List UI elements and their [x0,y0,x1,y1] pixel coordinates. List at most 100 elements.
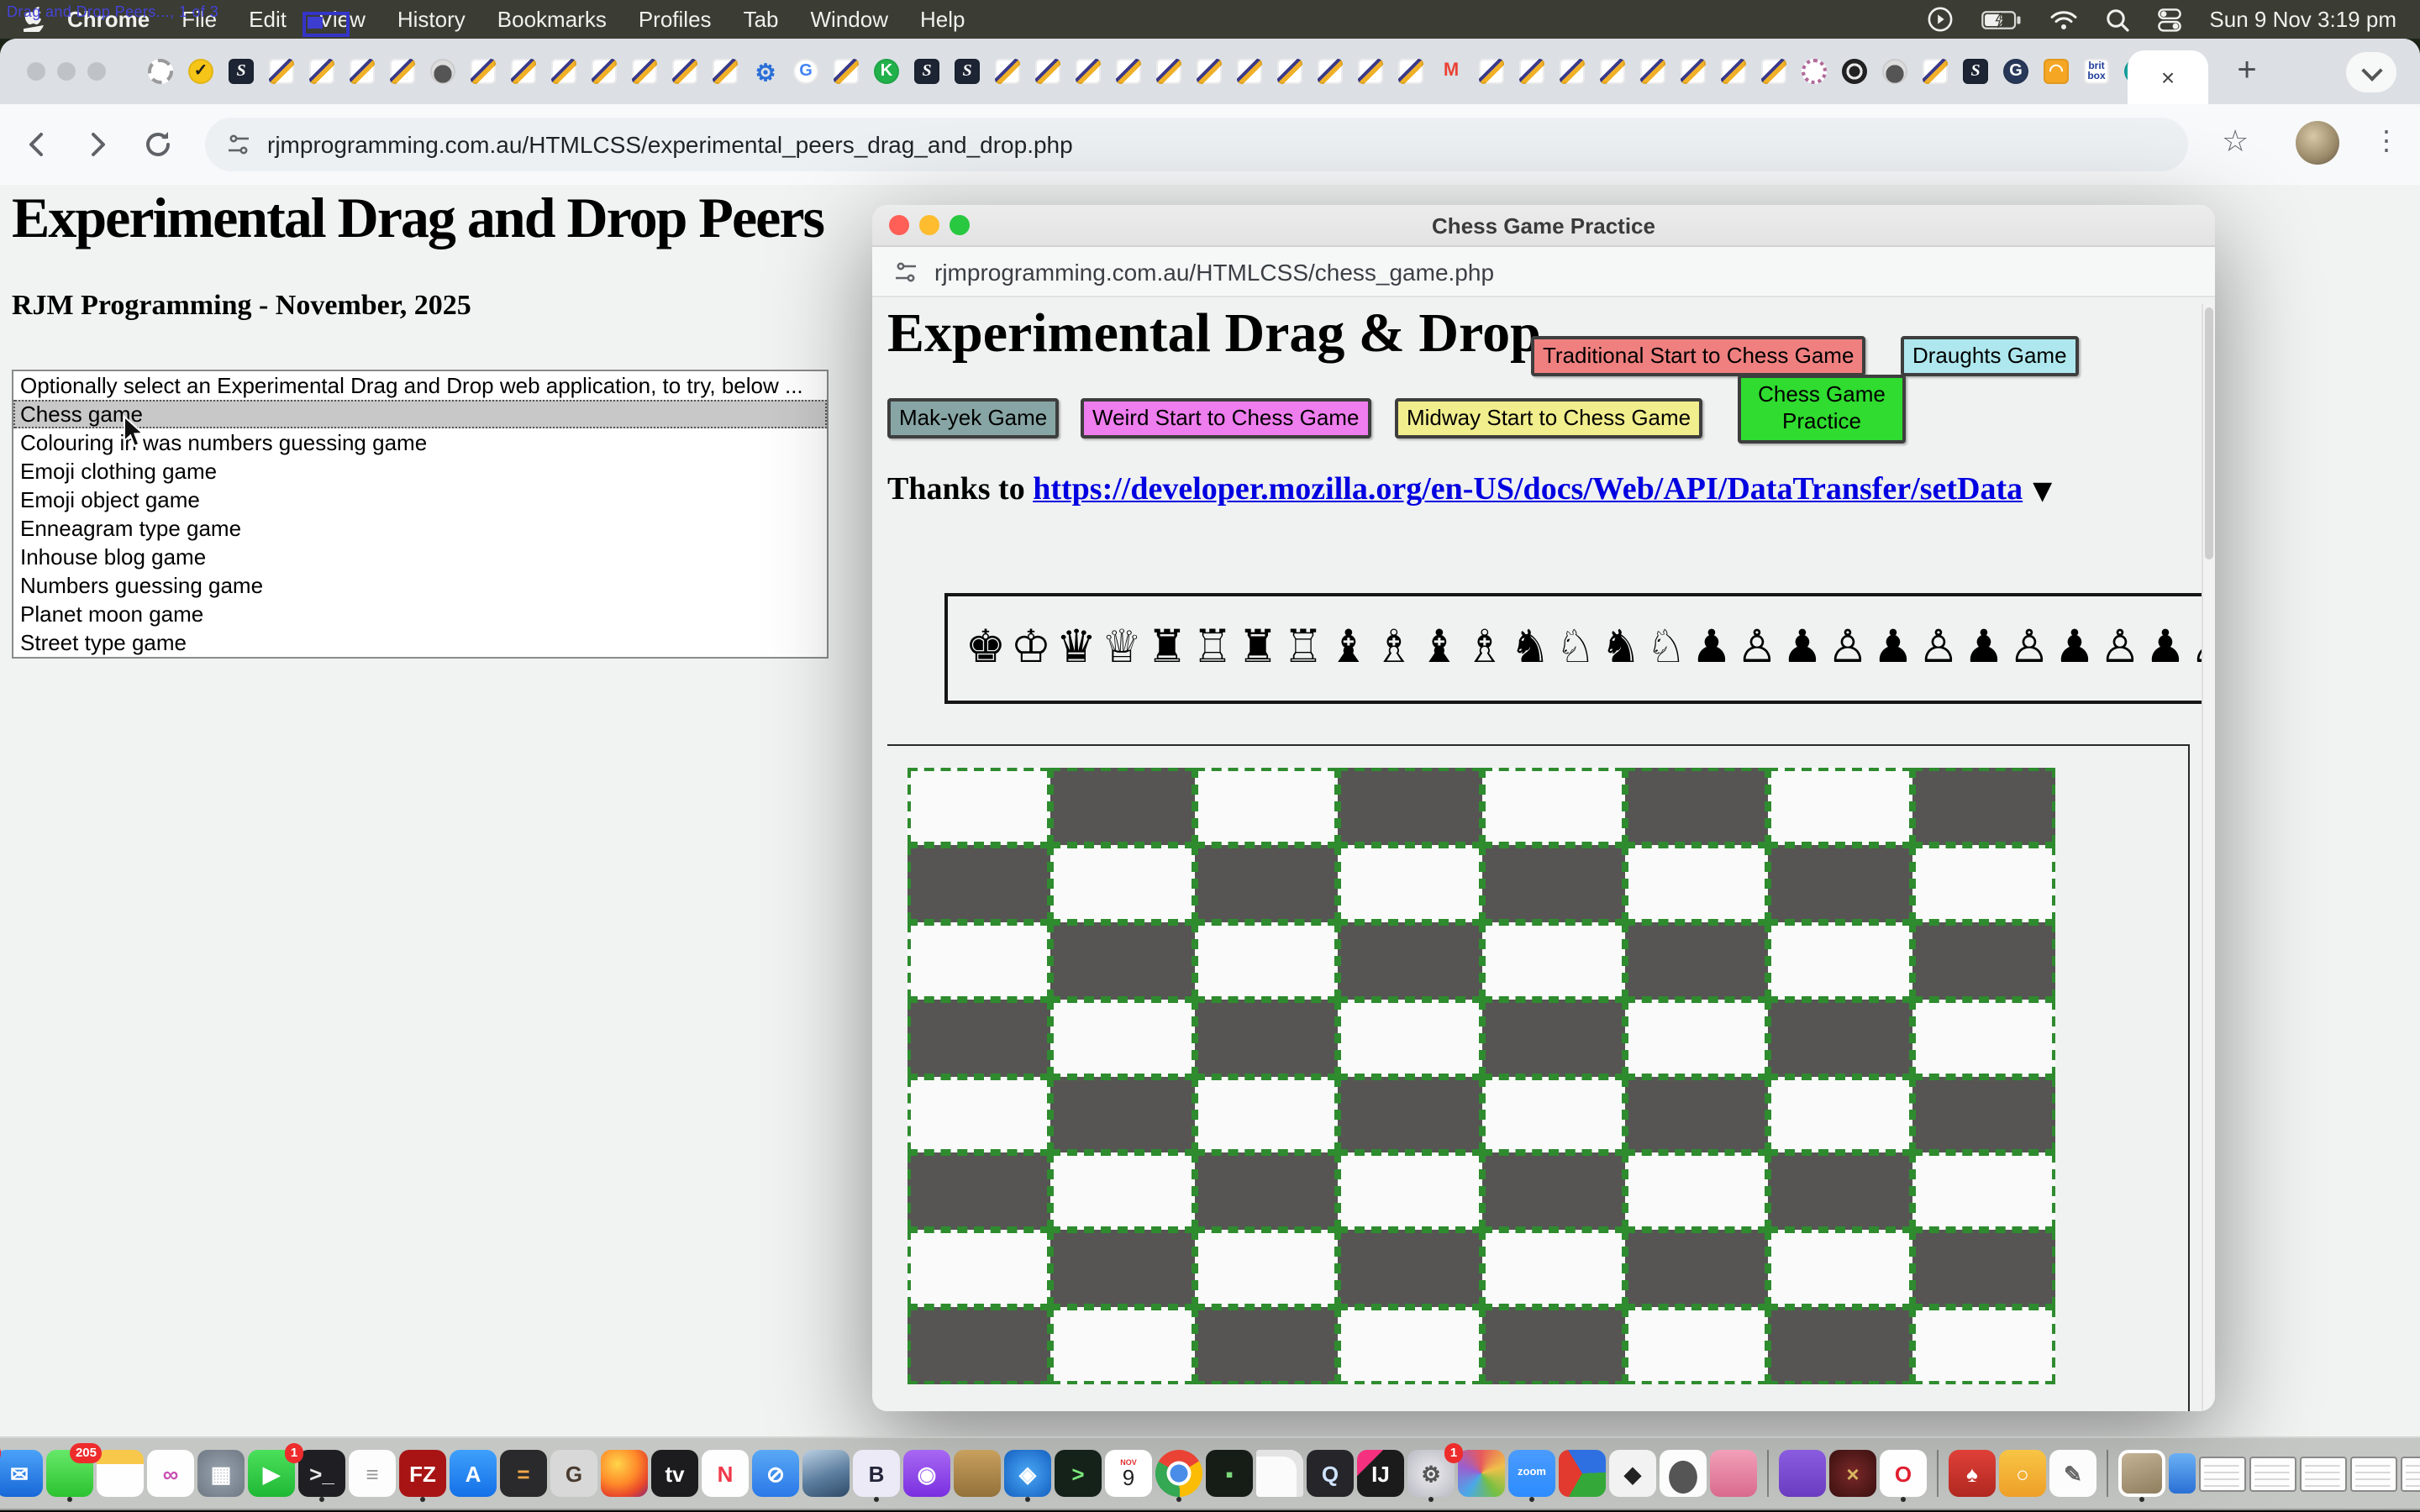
s-dark-tab-favicon[interactable]: S [229,59,254,84]
britbox-tab-favicon[interactable]: brit box [2084,59,2109,84]
chess-piece[interactable]: ♜ [1235,600,1281,697]
chess-piece[interactable]: ♙ [2097,600,2143,697]
board-square[interactable] [1912,1153,2055,1231]
menu-item-edit[interactable]: Edit [249,7,287,32]
tab-search-button[interactable] [2346,52,2396,92]
board-square[interactable] [1769,1231,1912,1308]
wifi-icon[interactable] [2049,9,2076,29]
popup-zoom-button[interactable] [950,215,970,235]
s-dark-tab-favicon[interactable]: S [914,59,939,84]
board-square[interactable] [1625,922,1769,1000]
board-square[interactable] [1051,845,1195,922]
dock-filezilla-icon[interactable]: FZ [399,1450,446,1497]
dock-chrome-icon[interactable] [1155,1450,1202,1497]
chess-piece[interactable]: ♟ [1870,600,1916,697]
pencil-tab-favicon[interactable] [632,59,657,84]
gmail-tab-favicon[interactable]: M [1439,59,1464,84]
listbox-option[interactable]: Emoji object game [13,486,827,514]
dock-zoom-icon[interactable]: zoom [1508,1450,1555,1497]
pencil-tab-favicon[interactable] [350,59,375,84]
window-close-button[interactable] [27,62,45,81]
board-square[interactable] [1195,768,1339,845]
target-dark-tab-favicon[interactable] [1842,59,1867,84]
dock-minimized-window[interactable] [2300,1456,2347,1491]
popup-url-text[interactable]: rjmprogramming.com.au/HTMLCSS/chess_game… [934,258,1494,285]
board-square[interactable] [1481,999,1625,1076]
pencil-tab-favicon[interactable] [1560,59,1585,84]
pencil-tab-favicon[interactable] [1398,59,1423,84]
chess-piece[interactable]: ♘ [1644,600,1689,697]
listbox-option[interactable]: Inhouse blog game [13,543,827,571]
board-square[interactable] [1481,1307,1625,1384]
board-square[interactable] [908,1153,1051,1231]
board-square[interactable] [1338,1076,1481,1153]
board-square[interactable] [1338,1231,1481,1308]
dock-bear-notes-icon[interactable] [1779,1450,1826,1497]
dropdown-arrow-icon[interactable]: ▼ [2033,475,2052,506]
popup-minimize-button[interactable] [919,215,939,235]
chess-piece[interactable]: ♟ [1689,600,1734,697]
board-square[interactable] [1051,1231,1195,1308]
popup-close-button[interactable] [889,215,909,235]
board-square[interactable] [1625,1076,1769,1153]
reload-button[interactable] [141,128,175,170]
info-circle-tab-favicon[interactable]: G [2003,59,2028,84]
board-square[interactable] [1195,1076,1339,1153]
scrollbar-thumb[interactable] [2205,307,2213,559]
dock-draw-notes-icon[interactable]: ✎ [2049,1450,2096,1497]
window-minimize-button[interactable] [57,62,76,81]
tab-close-icon[interactable]: × [2161,64,2175,91]
dock-minimized-window[interactable] [2350,1456,2397,1491]
dock-tips-icon[interactable]: ○ [1999,1450,2046,1497]
dock-document-icon[interactable] [1256,1450,1303,1497]
dock-minimized-window[interactable] [2249,1456,2296,1491]
battery-charging-icon[interactable] [1981,9,2021,29]
dock-terminal-profile-icon[interactable]: > [1055,1450,1102,1497]
chess-piece[interactable]: ♟ [2143,600,2188,697]
new-tab-button[interactable]: + [2228,52,2265,89]
dock-mask-app-icon[interactable] [1660,1450,1707,1497]
pencil-tab-favicon[interactable] [1277,59,1302,84]
sbs-yellow-tab-favicon[interactable]: ◠ [2044,59,2069,84]
listbox-option[interactable]: Planet moon game [13,600,827,628]
dock-messages-icon[interactable]: 205 [46,1450,93,1497]
pencil-tab-favicon[interactable] [1479,59,1504,84]
spotlight-icon[interactable] [2105,8,2128,31]
dock-launchpad-icon[interactable]: ▦ [197,1450,245,1497]
board-square[interactable] [908,999,1051,1076]
board-square[interactable] [1481,922,1625,1000]
board-square[interactable] [1625,768,1769,845]
dock-inkscape-icon[interactable]: ◆ [1609,1450,1656,1497]
pencil-tab-favicon[interactable] [1721,59,1746,84]
dock-gold-app-icon[interactable] [954,1450,1001,1497]
board-square[interactable] [1195,922,1339,1000]
board-square[interactable] [1625,1307,1769,1384]
active-tab[interactable]: × [2128,50,2208,104]
midway-button[interactable]: Midway Start to Chess Game [1395,398,1702,439]
chess-piece[interactable]: ♝ [1417,600,1462,697]
board-square[interactable] [1912,1307,2055,1384]
pencil-tab-favicon[interactable] [1116,59,1141,84]
gear-blue-tab-favicon[interactable]: ⚙ [753,59,778,84]
bookmark-star-icon[interactable]: ☆ [2222,124,2249,160]
pencil-tab-favicon[interactable] [1358,59,1383,84]
menu-item-window[interactable]: Window [811,7,889,32]
chess-piece[interactable]: ♞ [1598,600,1644,697]
board-square[interactable] [1912,1076,2055,1153]
dock-map-3d-icon[interactable] [1559,1450,1606,1497]
dock-pink-app-icon[interactable] [1710,1450,1757,1497]
board-square[interactable] [1912,1231,2055,1308]
dock-apple-tv-icon[interactable]: tv [651,1450,698,1497]
pencil-tab-favicon[interactable] [1035,59,1060,84]
control-center-icon[interactable] [2157,8,2181,31]
back-button[interactable] [20,128,54,170]
mdn-link[interactable]: https://developer.mozilla.org/en-US/docs… [1033,472,2023,507]
dock-podcasts-icon[interactable]: ◉ [903,1450,950,1497]
dock-app-store-icon[interactable]: A [450,1450,497,1497]
board-square[interactable] [1769,1076,1912,1153]
target-dashed-tab-favicon[interactable] [148,59,173,84]
chess-piece[interactable]: ♙ [1734,600,1780,697]
dock-gimp-icon[interactable]: G [550,1450,597,1497]
pencil-tab-favicon[interactable] [1519,59,1544,84]
dock-notes-icon[interactable] [97,1450,144,1497]
